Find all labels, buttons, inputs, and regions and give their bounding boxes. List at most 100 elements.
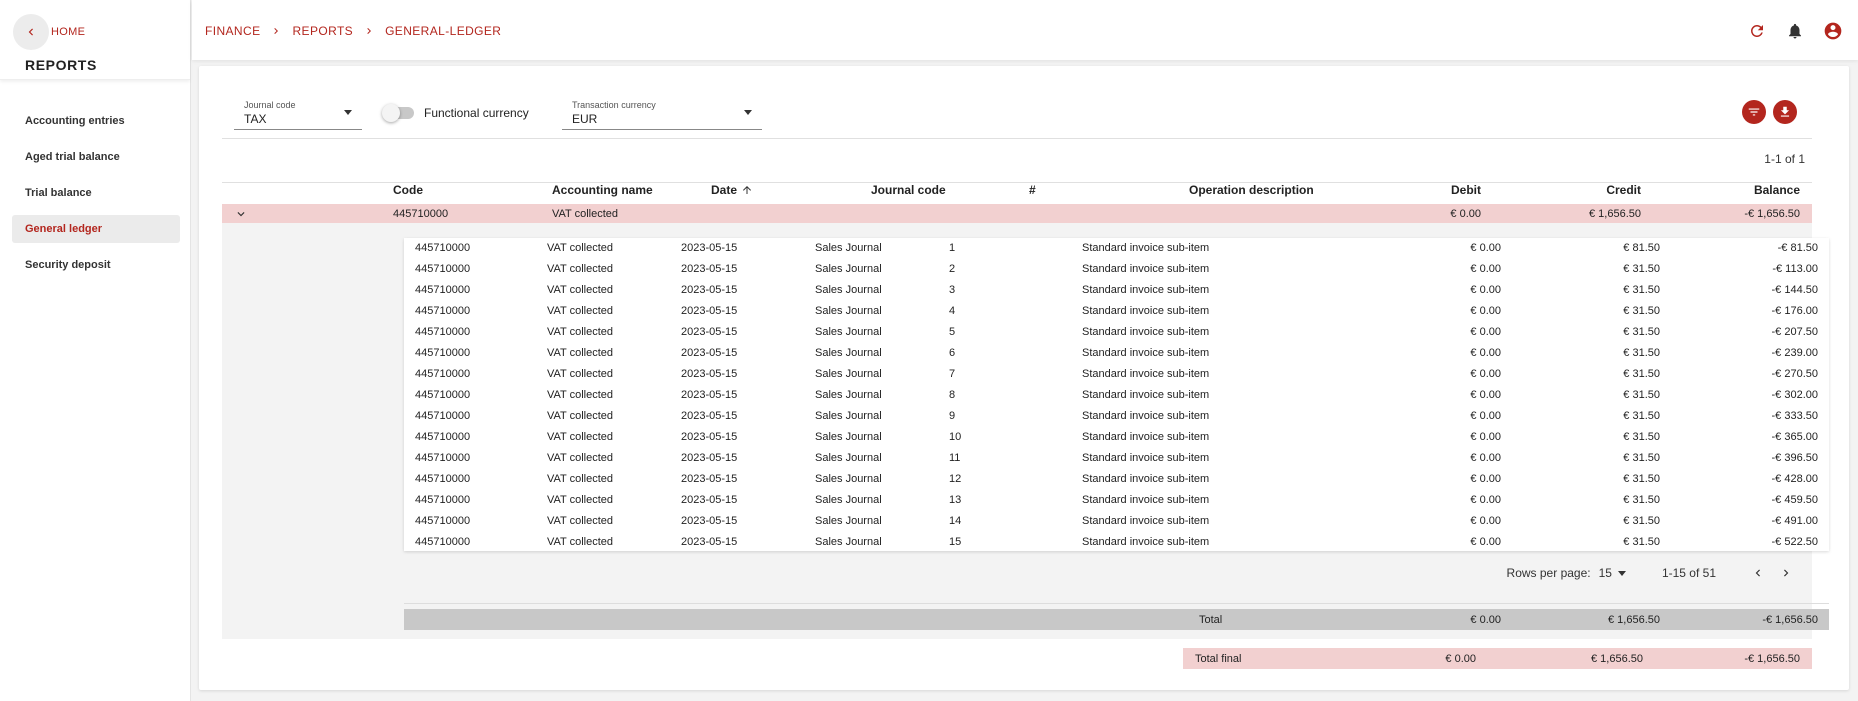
- column-header-debit[interactable]: Debit: [1451, 183, 1481, 197]
- back-button[interactable]: [13, 14, 49, 50]
- total-balance: -€ 1,656.50: [1762, 614, 1818, 626]
- cell-balance: -€ 176.00: [1771, 305, 1818, 317]
- table-row[interactable]: 445710000 VAT collected 2023-05-15 Sales Jo…: [404, 406, 1829, 427]
- top-actions: [1746, 20, 1844, 42]
- cell-description: Standard invoice sub-item: [1082, 473, 1210, 485]
- cell-balance: -€ 333.50: [1771, 410, 1818, 422]
- table-row[interactable]: 445710000 VAT collected 2023-05-15 Sales Jo…: [404, 469, 1829, 490]
- table-row[interactable]: 445710000 VAT collected 2023-05-15 Sales Jo…: [404, 490, 1829, 511]
- rows-per-page-select[interactable]: 15: [1599, 566, 1626, 580]
- breadcrumb-finance[interactable]: FINANCE: [205, 24, 260, 38]
- breadcrumb-general-ledger[interactable]: GENERAL-LEDGER: [385, 24, 501, 38]
- cell-date: 2023-05-15: [681, 347, 738, 359]
- cell-name: VAT collected: [547, 368, 614, 380]
- table-row[interactable]: 445710000 VAT collected 2023-05-15 Sales Jo…: [404, 301, 1829, 322]
- sidebar-item-label: Aged trial balance: [25, 151, 120, 163]
- download-button[interactable]: [1773, 100, 1797, 124]
- table-row[interactable]: 445710000 VAT collected 2023-05-15 Sales Jo…: [404, 427, 1829, 448]
- chevron-right-icon: [270, 25, 282, 37]
- filter-button[interactable]: [1742, 100, 1766, 124]
- cell-journal: Sales Journal: [815, 305, 882, 317]
- column-header-credit[interactable]: Credit: [1606, 183, 1641, 197]
- cell-balance: -€ 365.00: [1771, 431, 1818, 443]
- next-page-button[interactable]: [1776, 563, 1796, 583]
- cell-debit: € 0.00: [1470, 410, 1501, 422]
- sidebar-item-security-deposit[interactable]: Security deposit: [12, 251, 180, 279]
- refresh-button[interactable]: [1746, 20, 1768, 42]
- caret-down-icon: [344, 110, 352, 115]
- cell-journal: Sales Journal: [815, 452, 882, 464]
- table-row[interactable]: 445710000 VAT collected 2023-05-15 Sales Jo…: [404, 322, 1829, 343]
- column-header-date[interactable]: Date: [711, 183, 753, 197]
- cell-credit: € 31.50: [1623, 389, 1660, 401]
- cell-code: 445710000: [415, 494, 471, 506]
- cell-balance: -€ 396.50: [1771, 452, 1818, 464]
- sidebar-item-accounting-entries[interactable]: Accounting entries: [12, 107, 180, 135]
- cell-date: 2023-05-15: [681, 452, 738, 464]
- cell-journal: Sales Journal: [815, 368, 882, 380]
- cell-credit: € 31.50: [1623, 515, 1660, 527]
- total-debit: € 0.00: [1470, 614, 1501, 626]
- cell-description: Standard invoice sub-item: [1082, 431, 1210, 443]
- cell-number: 9: [949, 410, 956, 422]
- cell-description: Standard invoice sub-item: [1082, 305, 1210, 317]
- cell-credit: € 31.50: [1623, 263, 1660, 275]
- table-row[interactable]: 445710000 VAT collected 2023-05-15 Sales Jo…: [404, 448, 1829, 469]
- refresh-icon: [1750, 24, 1763, 37]
- column-header-operation-description[interactable]: Operation description: [1189, 183, 1314, 197]
- table-row[interactable]: 445710000 VAT collected 2023-05-15 Sales Jo…: [404, 238, 1829, 259]
- group-row[interactable]: 445710000 VAT collected € 0.00 € 1,656.5…: [222, 204, 1812, 223]
- expand-toggle[interactable]: [234, 207, 248, 224]
- group-name: VAT collected: [552, 208, 619, 220]
- cell-number: 5: [949, 326, 956, 338]
- cell-name: VAT collected: [547, 494, 614, 506]
- top-bar: FINANCE REPORTS GENERAL-LEDGER: [192, 0, 1858, 60]
- journal-code-select[interactable]: Journal code TAX: [234, 98, 362, 130]
- cell-journal: Sales Journal: [815, 347, 882, 359]
- cell-code: 445710000: [415, 368, 471, 380]
- table-row[interactable]: 445710000 VAT collected 2023-05-15 Sales Jo…: [404, 364, 1829, 385]
- column-header-code[interactable]: Code: [393, 183, 423, 197]
- divider: [222, 138, 1812, 139]
- breadcrumb-reports[interactable]: REPORTS: [292, 24, 353, 38]
- cell-debit: € 0.00: [1470, 242, 1501, 254]
- table-row[interactable]: 445710000 VAT collected 2023-05-15 Sales Jo…: [404, 511, 1829, 532]
- transaction-currency-select[interactable]: Transaction currency EUR: [562, 98, 762, 130]
- download-icon: [1780, 106, 1790, 117]
- cell-credit: € 31.50: [1623, 410, 1660, 422]
- table-row[interactable]: 445710000 VAT collected 2023-05-15 Sales Jo…: [404, 280, 1829, 301]
- sidebar-item-trial-balance[interactable]: Trial balance: [12, 179, 180, 207]
- table-row[interactable]: 445710000 VAT collected 2023-05-15 Sales Jo…: [404, 532, 1829, 553]
- cell-date: 2023-05-15: [681, 536, 738, 548]
- home-link[interactable]: HOME: [51, 26, 85, 38]
- table-row[interactable]: 445710000 VAT collected 2023-05-15 Sales Jo…: [404, 385, 1829, 406]
- cell-number: 4: [949, 305, 956, 317]
- cell-description: Standard invoice sub-item: [1082, 347, 1210, 359]
- cell-number: 3: [949, 284, 956, 296]
- pagination: Rows per page: 15 1-15 of 51: [1507, 562, 1796, 584]
- functional-currency-toggle[interactable]: Functional currency: [382, 104, 529, 122]
- notifications-button[interactable]: [1784, 20, 1806, 42]
- column-header-number[interactable]: #: [1029, 183, 1036, 197]
- account-button[interactable]: [1822, 20, 1844, 42]
- cell-name: VAT collected: [547, 305, 614, 317]
- column-header-accounting-name[interactable]: Accounting name: [552, 183, 653, 197]
- cell-journal: Sales Journal: [815, 263, 882, 275]
- cell-name: VAT collected: [547, 431, 614, 443]
- journal-code-label: Journal code: [244, 100, 296, 110]
- previous-page-button[interactable]: [1748, 563, 1768, 583]
- cell-balance: -€ 459.50: [1771, 494, 1818, 506]
- cell-date: 2023-05-15: [681, 263, 738, 275]
- column-header-journal-code[interactable]: Journal code: [871, 183, 946, 197]
- table-row[interactable]: 445710000 VAT collected 2023-05-15 Sales Jo…: [404, 259, 1829, 280]
- cell-journal: Sales Journal: [815, 326, 882, 338]
- sidebar-item-aged-trial-balance[interactable]: Aged trial balance: [12, 143, 180, 171]
- group-credit: € 1,656.50: [1589, 208, 1641, 220]
- sidebar-item-general-ledger[interactable]: General ledger: [12, 215, 180, 243]
- cell-description: Standard invoice sub-item: [1082, 368, 1210, 380]
- breadcrumb: FINANCE REPORTS GENERAL-LEDGER: [205, 24, 501, 38]
- column-header-balance[interactable]: Balance: [1754, 183, 1800, 197]
- total-final-debit: € 0.00: [1445, 653, 1476, 665]
- cell-debit: € 0.00: [1470, 263, 1501, 275]
- table-row[interactable]: 445710000 VAT collected 2023-05-15 Sales Jo…: [404, 343, 1829, 364]
